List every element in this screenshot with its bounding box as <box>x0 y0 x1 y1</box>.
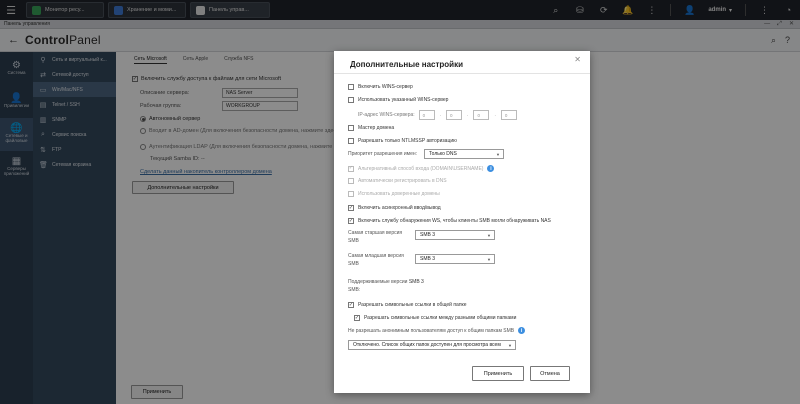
chevron-down-icon: ▼ <box>487 233 491 238</box>
ip-dot: . <box>467 112 469 118</box>
ws-discovery-row: Включить службу обнаружения WS, чтобы кл… <box>348 218 551 224</box>
chevron-down-icon: ▼ <box>496 152 500 157</box>
symlinks-checkbox[interactable] <box>348 302 354 308</box>
highest-smb-select[interactable]: SMB 3 ▼ <box>415 230 495 240</box>
dialog-cancel-button[interactable]: Отмена <box>530 366 570 381</box>
async-io-checkbox[interactable] <box>348 205 354 211</box>
use-wins-checkbox[interactable] <box>348 97 354 103</box>
info-icon[interactable]: i <box>487 165 495 172</box>
anon-access-select[interactable]: Отключено. Список общих папок доступен д… <box>348 340 516 350</box>
auto-dns-row: Автоматически регистрировать в DNS <box>348 178 447 184</box>
name-resolution-label: Приоритет разрешения имен: <box>348 151 418 157</box>
ip-dot: . <box>494 112 496 118</box>
use-wins-label: Использовать указанный WINS-сервер <box>358 97 449 103</box>
anon-access-row: Не разрешать анонимным пользователям дос… <box>348 327 526 334</box>
dialog-divider <box>334 73 590 74</box>
close-icon[interactable]: ✕ <box>574 55 581 64</box>
wide-links-checkbox[interactable] <box>354 315 360 321</box>
lowest-smb-label: Самая младшая версия SMB <box>348 252 404 268</box>
dialog-title: Дополнительные настройки <box>350 60 463 69</box>
domain-master-label: Мастер домена <box>358 125 395 131</box>
symlinks-row: Разрешать символьные ссылки в общей папк… <box>348 302 467 308</box>
ntlmssp-row: Разрешать только NTLMSSP авторизацию <box>348 138 457 144</box>
anon-access-value: Отключено. Список общих папок доступен д… <box>353 342 501 348</box>
supported-smb-label-line1: Поддерживаемые версии <box>348 279 408 285</box>
alt-login-checkbox[interactable] <box>348 165 354 172</box>
dialog-apply-button[interactable]: Применить <box>472 366 524 381</box>
alt-login-row: Альтернативный способ входа (DOMAIN\USER… <box>348 165 495 172</box>
name-resolution-select[interactable]: Только DNS ▼ <box>424 149 504 159</box>
wins-ip-octet-1[interactable]: 0 <box>418 110 435 120</box>
trusted-domains-label: Использовать доверенные домены <box>358 191 440 197</box>
highest-smb-label: Самая старшая версия SMB <box>348 229 402 245</box>
ntlmssp-checkbox[interactable] <box>348 138 354 144</box>
ip-dot: . <box>439 112 442 118</box>
wins-server-row: Включить WINS-сервер <box>348 84 413 90</box>
wins-ip-octet-2[interactable]: 0 <box>446 110 463 120</box>
highest-smb-value: SMB 3 <box>420 232 436 238</box>
trusted-domains-checkbox[interactable] <box>348 191 354 197</box>
trusted-domains-row: Использовать доверенные домены <box>348 191 440 197</box>
advanced-settings-dialog: Дополнительные настройки ✕ Включить WINS… <box>334 51 590 393</box>
supported-smb-label: Поддерживаемые версии SMB 3 SMB: <box>348 278 424 294</box>
ntlmssp-label: Разрешать только NTLMSSP авторизацию <box>358 138 457 144</box>
chevron-down-icon: ▼ <box>487 257 491 262</box>
ws-discovery-label: Включить службу обнаружения WS, чтобы кл… <box>358 218 551 224</box>
ws-discovery-checkbox[interactable] <box>348 218 354 224</box>
wins-ip-label: IP-адрес WINS-сервера: <box>358 112 415 118</box>
anon-access-label: Не разрешать анонимным пользователям дос… <box>348 327 515 334</box>
wide-links-label: Разрешать символьные ссылки между разным… <box>364 315 517 321</box>
alt-login-label: Альтернативный способ входа (DOMAIN\USER… <box>358 165 484 172</box>
wins-ip-octet-4[interactable]: 0 <box>500 110 517 120</box>
auto-dns-label: Автоматически регистрировать в DNS <box>358 178 447 184</box>
supported-smb-label-line2: SMB: <box>348 287 361 293</box>
wins-ip-octet-3[interactable]: 0 <box>473 110 490 120</box>
wide-links-row: Разрешать символьные ссылки между разным… <box>354 315 516 321</box>
lowest-smb-value: SMB 3 <box>420 256 436 262</box>
highest-smb-label-line1: Самая старшая версия <box>348 230 403 236</box>
lowest-smb-label-line2: SMB <box>348 261 359 267</box>
lowest-smb-select[interactable]: SMB 3 ▼ <box>415 254 495 264</box>
chevron-down-icon: ▼ <box>508 343 512 348</box>
domain-master-checkbox[interactable] <box>348 125 354 131</box>
info-icon[interactable]: i <box>518 327 526 334</box>
lowest-smb-label-line1: Самая младшая версия <box>348 253 404 259</box>
async-io-label: Включить асинхронный ввод/вывод <box>358 205 441 211</box>
wins-ip-row: IP-адрес WINS-сервера: 0 . 0 . 0 . 0 <box>358 110 517 120</box>
name-resolution-value: Только DNS <box>429 151 457 157</box>
async-io-row: Включить асинхронный ввод/вывод <box>348 205 441 211</box>
symlinks-label: Разрешать символьные ссылки в общей папк… <box>358 302 467 308</box>
domain-master-row: Мастер домена <box>348 125 394 131</box>
supported-smb-value: SMB 3 <box>408 279 424 285</box>
auto-dns-checkbox[interactable] <box>348 178 354 184</box>
highest-smb-label-line2: SMB <box>348 238 359 244</box>
wins-server-checkbox[interactable] <box>348 84 354 90</box>
use-wins-row: Использовать указанный WINS-сервер <box>348 97 448 103</box>
wins-server-label: Включить WINS-сервер <box>358 84 413 90</box>
